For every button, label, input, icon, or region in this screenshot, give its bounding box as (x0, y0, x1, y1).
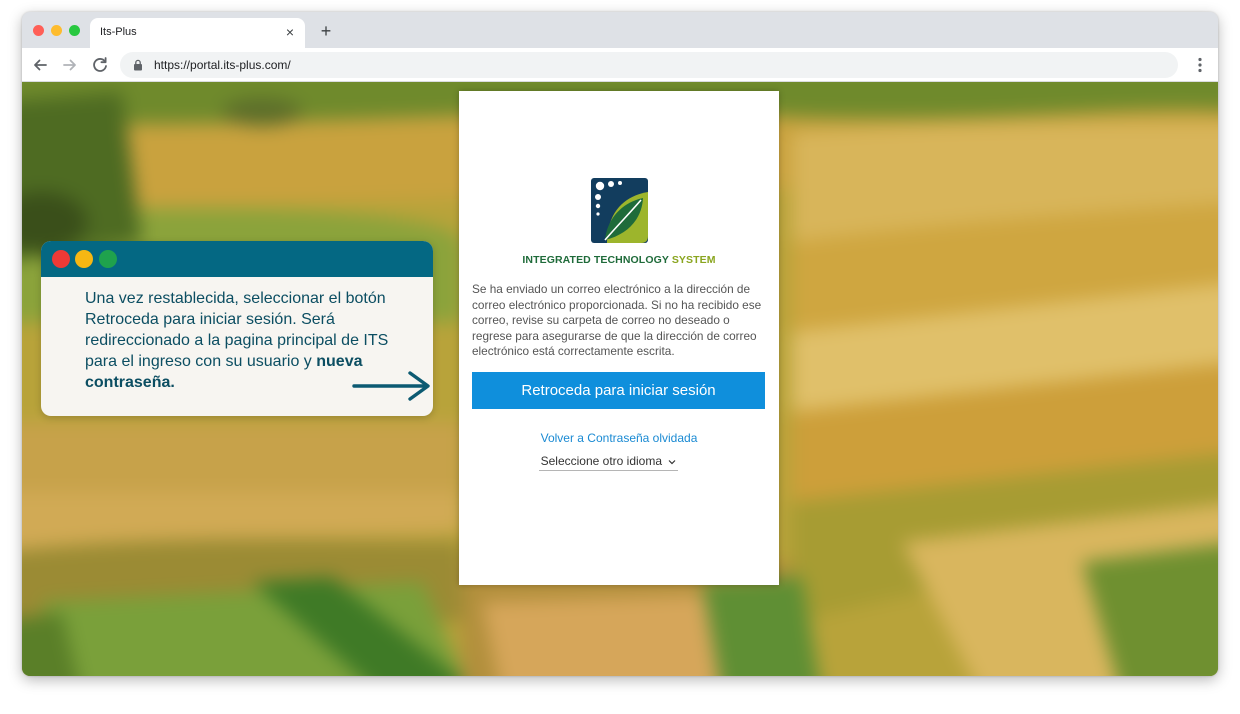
tab-strip: Its-Plus × + (22, 12, 1218, 48)
forward-button[interactable] (58, 53, 82, 77)
brand-name-primary: INTEGRATED TECHNOLOGY (522, 254, 669, 266)
address-bar[interactable]: https://portal.its-plus.com/ (120, 52, 1178, 78)
tab-its-plus[interactable]: Its-Plus × (90, 18, 305, 48)
callout-title-bar (41, 241, 433, 277)
reload-icon (93, 57, 107, 72)
login-card: INTEGRATED TECHNOLOGY SYSTEM Se ha envia… (459, 91, 779, 585)
callout-yellow-dot (75, 250, 93, 268)
vertical-dots-icon (1198, 57, 1202, 73)
leaf-logo-icon (591, 178, 648, 243)
minimize-window-button[interactable] (51, 25, 62, 36)
callout-red-dot (52, 250, 70, 268)
new-tab-button[interactable]: + (316, 21, 336, 41)
language-select[interactable]: Seleccione otro idioma (539, 454, 678, 471)
arrow-left-icon (34, 59, 47, 71)
close-window-button[interactable] (33, 25, 44, 36)
back-link-label: Volver a Contraseña olvidada (540, 431, 698, 445)
reload-button[interactable] (88, 53, 112, 77)
email-sent-message: Se ha enviado un correo electrónico a la… (472, 282, 762, 358)
arrow-right-icon (352, 371, 430, 401)
arrow-right-icon (63, 59, 76, 71)
chevron-down-icon (668, 459, 676, 465)
url-text: https://portal.its-plus.com/ (154, 58, 291, 72)
tab-title: Its-Plus (100, 26, 137, 38)
language-select-label: Seleccione otro idioma (540, 454, 663, 468)
brand-name-secondary: SYSTEM (671, 254, 716, 266)
lock-icon (134, 59, 142, 71)
maximize-window-button[interactable] (69, 25, 80, 36)
tab-close-icon[interactable]: × (281, 23, 299, 41)
instruction-callout: Una vez restablecida, seleccionar el bot… (41, 241, 433, 416)
return-to-login-button[interactable]: Retroceda para iniciar sesión (472, 372, 765, 409)
back-button[interactable] (28, 53, 52, 77)
back-to-forgot-password-link[interactable]: Volver a Contraseña olvidada (459, 431, 779, 445)
browser-menu-button[interactable] (1190, 55, 1210, 75)
brand-name: INTEGRATED TECHNOLOGY SYSTEM (459, 254, 779, 266)
browser-toolbar: https://portal.its-plus.com/ (22, 48, 1218, 82)
callout-green-dot (99, 250, 117, 268)
